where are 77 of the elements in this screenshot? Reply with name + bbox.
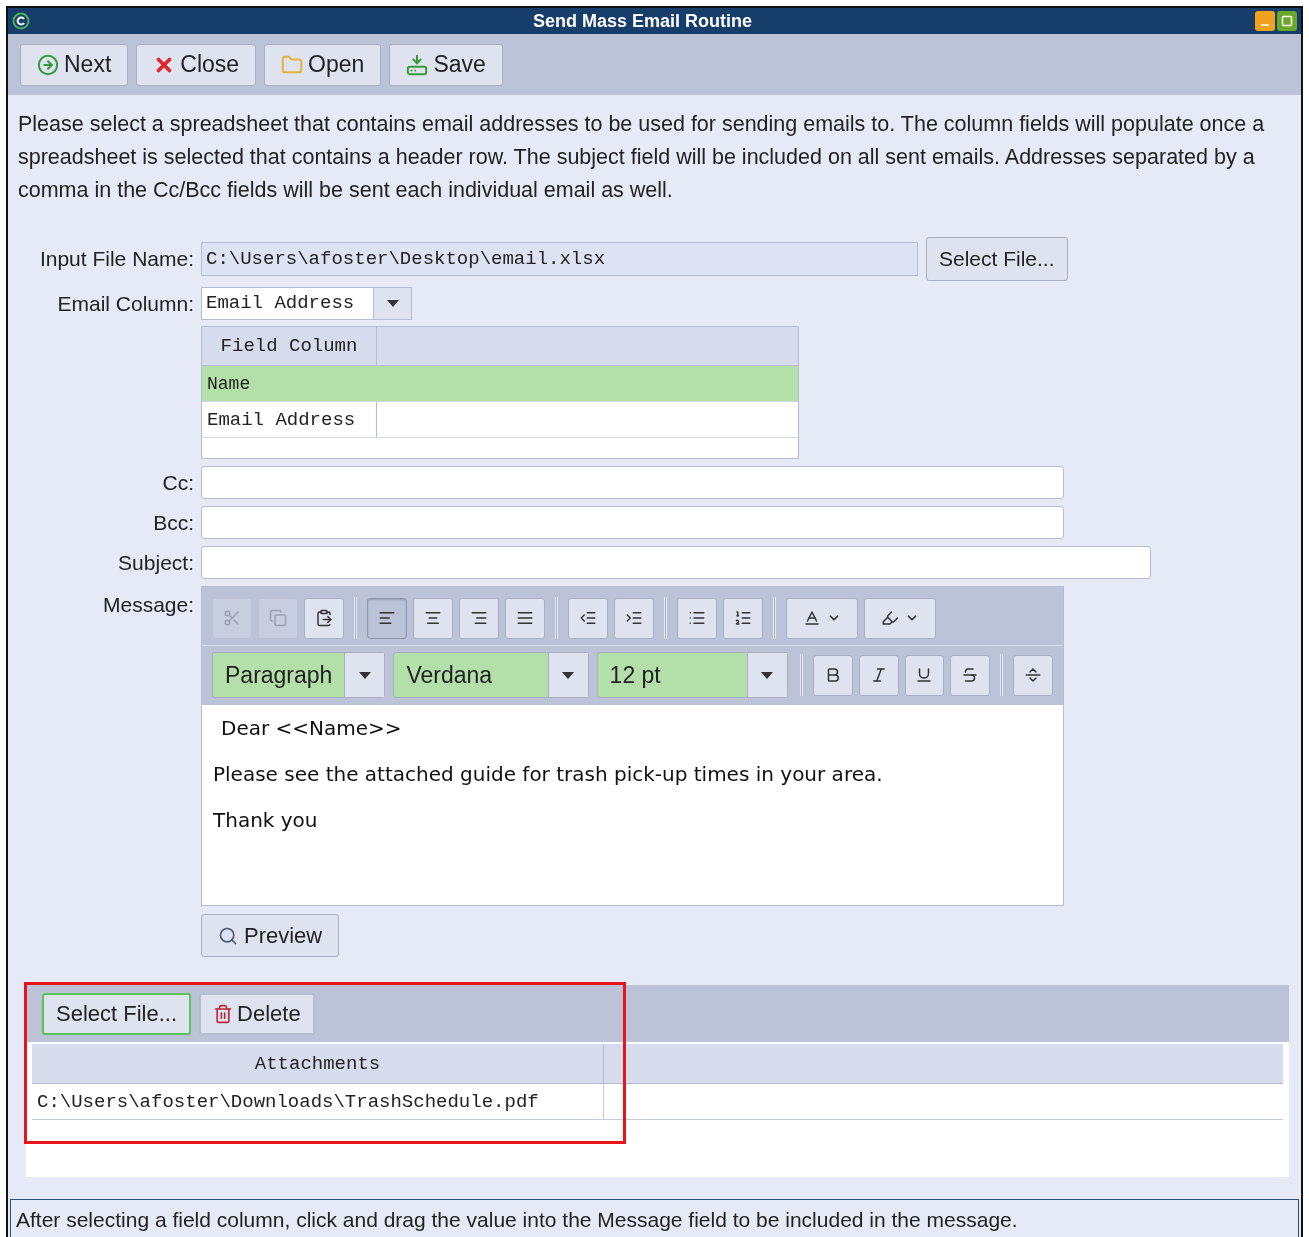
editor-tool-button[interactable]	[304, 597, 344, 639]
paste-icon	[315, 609, 333, 627]
editor-tool-button[interactable]	[367, 597, 407, 639]
copy-icon	[269, 609, 287, 627]
editor-tool-button[interactable]	[677, 597, 717, 639]
cc-field[interactable]	[201, 466, 1064, 499]
editor-tool-button[interactable]	[786, 597, 858, 639]
size-dropdown[interactable]: 12 pt	[596, 652, 788, 698]
folder-icon	[281, 53, 304, 76]
underline-icon	[915, 666, 934, 684]
editor-tool-button[interactable]	[413, 597, 453, 639]
minimize-button[interactable]	[1255, 11, 1275, 31]
align-right-icon	[470, 609, 488, 627]
table-row[interactable]: Email Address	[202, 402, 798, 438]
align-justify-icon	[516, 609, 534, 627]
toolbar-button[interactable]: Close	[136, 43, 257, 86]
field-label: Email Column:	[57, 291, 194, 315]
font-color-icon	[803, 609, 821, 627]
indent-icon	[625, 609, 643, 627]
search-icon	[218, 925, 238, 946]
field-label: Subject:	[118, 550, 194, 574]
message-paragraph: Thank you	[213, 807, 319, 833]
editor-tool-button[interactable]	[858, 654, 899, 696]
table-cell: C:\Users\afoster\Downloads\TrashSchedule.pdf	[32, 1084, 604, 1119]
toolbar-button[interactable]: Open	[264, 43, 382, 86]
field-label: Input File Name:	[39, 247, 194, 271]
highlighter-icon	[881, 609, 899, 627]
trash-icon	[213, 1003, 234, 1024]
editor-tool-button[interactable]	[904, 654, 945, 696]
email-column-dropdown[interactable]: Email Address	[201, 287, 412, 320]
table-row[interactable]: Name	[202, 366, 798, 402]
select-file-button[interactable]: Select File...	[926, 237, 1068, 281]
align-left-icon	[378, 609, 396, 627]
select-file-button[interactable]: Select File...	[42, 992, 192, 1035]
message-paragraph: Please see the attached guide for trash pick-up times in your area.	[213, 761, 884, 787]
editor-tool-button[interactable]	[864, 597, 936, 639]
maximize-icon	[1281, 15, 1293, 27]
caret-icon	[358, 671, 371, 679]
bullet-list-icon	[688, 609, 706, 627]
align-center-icon	[424, 609, 442, 627]
editor-tool-button[interactable]	[568, 597, 608, 639]
table-cell: Email Address	[202, 402, 377, 437]
input-file-field[interactable]: C:\Users\afoster\Desktop\email.xlsx	[201, 242, 918, 276]
save-icon	[406, 53, 429, 76]
caret-icon	[386, 300, 399, 307]
outdent-icon	[579, 609, 597, 627]
caret-icon	[761, 671, 774, 679]
font-dropdown[interactable]: Verdana	[393, 652, 589, 698]
field-label: Message:	[102, 593, 194, 616]
toolbar-button[interactable]: Save	[389, 43, 503, 86]
editor-tool-button[interactable]	[459, 597, 499, 639]
horizontal-rule-icon	[1024, 666, 1043, 684]
app-logo-icon	[12, 12, 30, 30]
table-cell-text: Name	[206, 373, 252, 396]
editor-tool-button[interactable]	[723, 597, 763, 639]
message-paragraph: Dear <<Name>>	[220, 715, 403, 741]
strikethrough-icon	[961, 666, 980, 684]
editor-tool-button[interactable]	[950, 654, 991, 696]
bcc-field[interactable]	[201, 506, 1064, 539]
toolbar-button[interactable]: Next	[20, 43, 129, 86]
field-label: Cc:	[162, 470, 194, 494]
editor-tool-button[interactable]	[1013, 654, 1054, 696]
scissors-icon	[223, 609, 241, 627]
field-label: Bcc:	[153, 510, 194, 534]
editor-tool-button[interactable]	[812, 654, 853, 696]
editor-tool-button[interactable]	[614, 597, 654, 639]
window-title: Send Mass Email Routine	[531, 9, 754, 33]
instructions-text: Please select a spreadsheet that contains email addresses to be used for sending emails to. The column fields will populate once a spreadsheet is selected that contains a header row. The subject field will be included on all sent emails. Addresses separated by a comma in the Cc/Bcc fields will be sent each individual email as well.	[18, 111, 1266, 204]
preview-button[interactable]: Preview	[201, 914, 340, 957]
caret-icon	[562, 671, 575, 679]
status-text: After selecting a field column, click and drag the value into the Message field to be included in the message.	[16, 1208, 1018, 1231]
subject-field[interactable]	[201, 546, 1151, 579]
maximize-button[interactable]	[1277, 11, 1297, 31]
block-dropdown[interactable]: Paragraph	[212, 652, 386, 698]
delete-button[interactable]: Delete	[199, 992, 315, 1035]
numbered-list-icon	[734, 609, 752, 627]
editor-tool-button[interactable]	[505, 597, 545, 639]
